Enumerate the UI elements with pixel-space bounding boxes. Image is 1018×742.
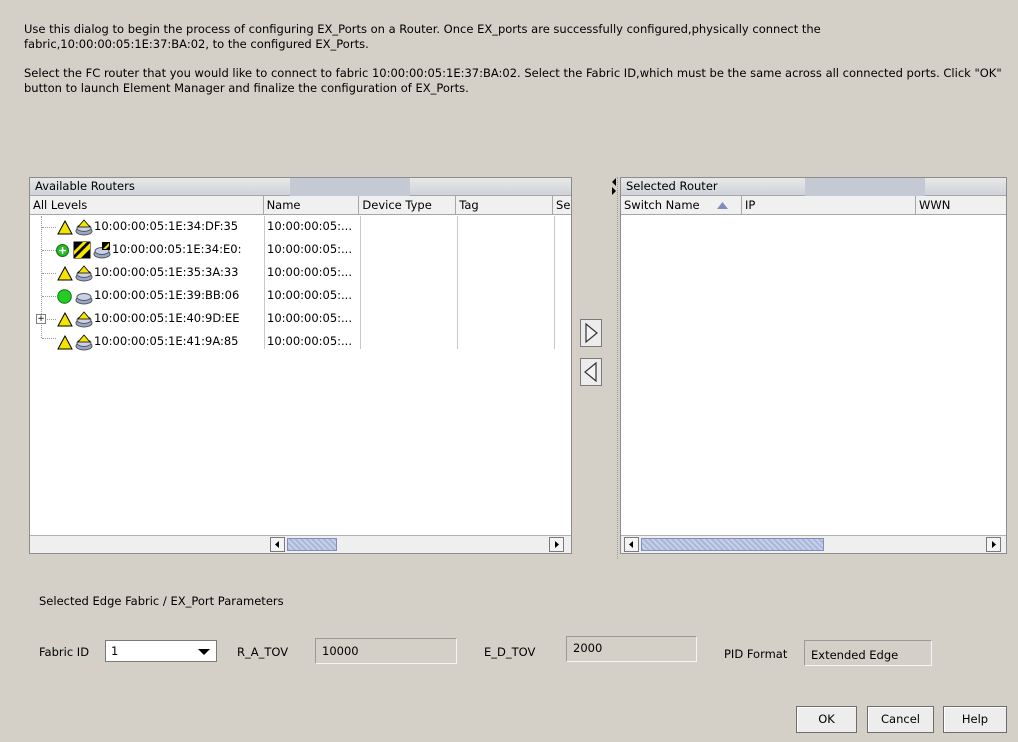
scroll-right-button[interactable]: [986, 537, 1001, 552]
edtov-label: E_D_TOV: [484, 645, 536, 659]
column-wwn[interactable]: WWN: [916, 196, 1006, 214]
router-wwn: 10:00:00:05:1E:39:BB:06: [94, 288, 240, 302]
router-name: 10:00:00:05:...: [267, 265, 352, 279]
scroll-thumb[interactable]: [287, 538, 337, 551]
fabric-id-label: Fabric ID: [39, 645, 90, 659]
fabric-id-select[interactable]: 1: [105, 640, 217, 662]
router-icon: [93, 242, 111, 259]
list-item[interactable]: 10:00:00:05:1E:39:BB:06 10:00:00:05:...: [30, 285, 562, 308]
status-ok-plus-icon: [56, 244, 69, 257]
collapse-left-icon: [612, 178, 616, 186]
instructions: Use this dialog to begin the process of …: [24, 22, 1009, 110]
list-item[interactable]: 10:00:00:05:1E:35:3A:33 10:00:00:05:...: [30, 262, 562, 285]
available-routers-title: Available Routers: [35, 179, 135, 193]
status-ok-icon: [57, 289, 72, 304]
router-name: 10:00:00:05:...: [267, 311, 352, 325]
selected-router-panel: Selected Router Switch Name IP WWN: [620, 177, 1007, 554]
router-icon: [75, 334, 93, 351]
available-routers-title-bar: Available Routers: [30, 178, 571, 196]
router-wwn: 10:00:00:05:1E:34:E0:: [112, 242, 242, 256]
ok-button[interactable]: OK: [796, 706, 857, 733]
ratov-field: 10000: [315, 638, 457, 664]
chevron-down-icon: [198, 649, 210, 655]
available-routers-panel: Available Routers All Levels Name Device…: [29, 177, 572, 554]
selected-router-title: Selected Router: [626, 179, 718, 193]
pid-format-field: Extended Edge: [804, 640, 932, 666]
collapse-right-icon: [612, 187, 616, 195]
warning-icon: [57, 312, 73, 327]
router-icon: [75, 293, 93, 305]
cancel-button[interactable]: Cancel: [867, 706, 934, 733]
scroll-thumb[interactable]: [641, 538, 824, 551]
router-icon: [75, 265, 93, 282]
list-item[interactable]: 10:00:00:05:1E:41:9A:85 10:00:00:05:...: [30, 331, 562, 354]
available-routers-hscrollbar[interactable]: [30, 535, 571, 553]
column-all-levels[interactable]: All Levels: [30, 196, 264, 214]
warning-icon: [57, 335, 73, 350]
instructions-paragraph-1: Use this dialog to begin the process of …: [24, 22, 821, 51]
router-wwn: 10:00:00:05:1E:34:DF:35: [94, 219, 239, 233]
warning-icon: [57, 266, 73, 281]
router-name: 10:00:00:05:...: [267, 242, 352, 256]
list-item[interactable]: + 10:00:00:05:1E:40:9D:EE 10:00:00:05:..…: [30, 308, 562, 331]
router-name: 10:00:00:05:...: [267, 334, 352, 348]
selected-router-title-bar: Selected Router: [621, 178, 1006, 196]
remove-router-button[interactable]: [580, 358, 602, 386]
column-se[interactable]: Se: [553, 196, 571, 214]
arrow-right-icon: [585, 322, 598, 344]
available-routers-header: All Levels Name Device Type Tag Se: [30, 196, 571, 215]
column-ip[interactable]: IP: [742, 196, 916, 214]
fabric-id-value: 1: [111, 644, 119, 658]
router-name: 10:00:00:05:...: [267, 288, 352, 302]
router-name: 10:00:00:05:...: [267, 219, 352, 233]
add-router-button[interactable]: [580, 319, 602, 347]
splitter-handle[interactable]: [610, 177, 618, 559]
selected-router-hscrollbar[interactable]: [621, 535, 1006, 553]
column-name[interactable]: Name: [264, 196, 360, 214]
sort-ascending-icon: [717, 202, 728, 209]
expand-toggle[interactable]: +: [36, 314, 46, 324]
scroll-left-button[interactable]: [624, 537, 639, 552]
list-item[interactable]: 10:00:00:05:1E:34:DF:35 10:00:00:05:...: [30, 216, 562, 239]
selected-router-table: [621, 216, 1006, 535]
arrow-left-icon: [584, 361, 597, 383]
instructions-paragraph-2: Select the FC router that you would like…: [24, 66, 1002, 95]
arrow-left-icon: [275, 541, 279, 548]
router-icon: [75, 219, 93, 236]
arrow-right-icon: [992, 541, 996, 548]
parameters-title: Selected Edge Fabric / EX_Port Parameter…: [39, 594, 284, 608]
arrow-left-icon: [629, 541, 633, 548]
scroll-right-button[interactable]: [549, 537, 564, 552]
router-wwn: 10:00:00:05:1E:41:9A:85: [94, 334, 239, 348]
router-wwn: 10:00:00:05:1E:35:3A:33: [94, 265, 239, 279]
column-switch-name[interactable]: Switch Name: [621, 196, 742, 214]
router-icon: [75, 311, 93, 328]
edtov-field: 2000: [566, 636, 697, 662]
router-wwn: 10:00:00:05:1E:40:9D:EE: [94, 311, 240, 325]
warning-icon: [57, 220, 73, 235]
column-device-type[interactable]: Device Type: [359, 196, 457, 214]
list-item[interactable]: 10:00:00:05:1E:34:E0: 10:00:00:05:...: [30, 239, 562, 262]
available-routers-table: 10:00:00:05:1E:34:DF:35 10:00:00:05:... …: [30, 216, 571, 535]
selected-router-header: Switch Name IP WWN: [621, 196, 1006, 215]
hazard-icon: [73, 241, 91, 259]
help-button[interactable]: Help: [943, 706, 1007, 733]
arrow-right-icon: [555, 541, 559, 548]
pid-format-label: PID Format: [724, 647, 788, 661]
scroll-left-button[interactable]: [270, 537, 285, 552]
ratov-label: R_A_TOV: [237, 645, 289, 659]
column-tag[interactable]: Tag: [456, 196, 554, 214]
